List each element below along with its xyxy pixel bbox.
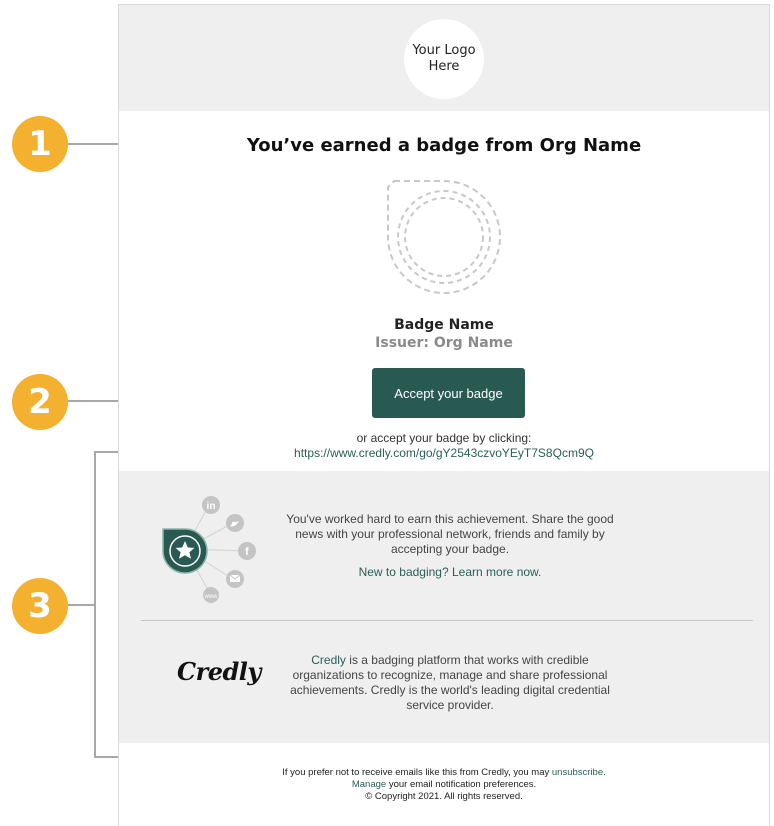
badge-issuer: Issuer: Org Name <box>375 335 513 351</box>
footer-copyright: © Copyright 2021. All rights reserved. <box>365 791 523 802</box>
share-description: You've worked hard to earn this achievem… <box>286 512 614 556</box>
panel-divider <box>141 620 753 621</box>
email-preview: Your Logo Here You’ve earned a badge fro… <box>118 4 770 826</box>
logo-placeholder: Your Logo Here <box>404 19 484 99</box>
web-icon-label: www <box>204 594 219 600</box>
badge-placeholder-icon <box>387 180 501 294</box>
marker-1: 1 <box>12 116 68 172</box>
marker-3: 3 <box>12 578 68 634</box>
accept-badge-button-label: Accept your badge <box>394 385 503 401</box>
logo-text: Your Logo Here <box>412 43 476 74</box>
facebook-icon-label: f <box>245 546 249 558</box>
learn-more-link[interactable]: New to badging? Learn more now. <box>275 565 625 579</box>
email-title: You’ve earned a badge from Org Name <box>246 135 642 156</box>
social-share-graphic: in f www <box>162 496 256 603</box>
manage-link[interactable]: Manage <box>352 779 386 790</box>
bracket-3-vertical <box>94 451 96 758</box>
email-header: Your Logo Here <box>119 5 769 111</box>
footer-line2-text: your email notification preferences. <box>386 779 537 790</box>
credly-logo: Credly <box>177 657 261 686</box>
footer-line-manage: Manage your email notification preferenc… <box>119 779 769 791</box>
credly-link[interactable]: Credly <box>311 653 346 667</box>
marker-3-label: 3 <box>28 586 52 626</box>
email-footer: If you prefer not to receive emails like… <box>119 767 769 803</box>
marker-1-label: 1 <box>28 124 52 164</box>
unsubscribe-link[interactable]: unsubscribe <box>552 767 603 778</box>
accept-alt-text: or accept your badge by clicking: <box>356 431 532 445</box>
accept-badge-button[interactable]: Accept your badge <box>372 368 525 418</box>
footer-line1-text: If you prefer not to receive emails like… <box>282 767 552 778</box>
marker-2: 2 <box>12 374 68 430</box>
marker-3-connector <box>68 604 95 606</box>
footer-line1-suffix: . <box>603 767 606 778</box>
credly-description: Credly is a badging platform that works … <box>275 653 625 713</box>
linkedin-icon-label: in <box>207 501 216 512</box>
footer-line-unsubscribe: If you prefer not to receive emails like… <box>119 767 769 779</box>
accept-url-link[interactable]: https://www.credly.com/go/gY2543czvoYEyT… <box>119 446 769 460</box>
badge-name: Badge Name <box>394 317 494 333</box>
marker-2-label: 2 <box>28 382 52 422</box>
